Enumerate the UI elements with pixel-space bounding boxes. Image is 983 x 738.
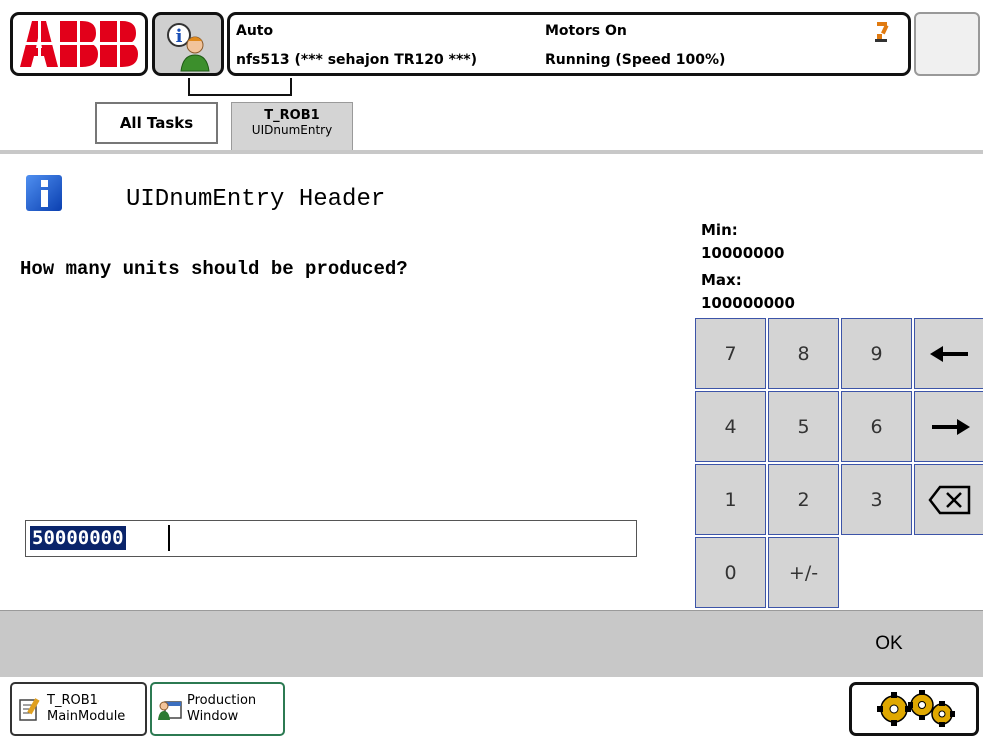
min-value: 10000000	[701, 244, 785, 262]
text-caret	[168, 525, 170, 551]
key-9[interactable]: 9	[841, 318, 912, 389]
divider	[0, 150, 983, 154]
operating-mode: Auto	[236, 23, 274, 39]
tab-task-name: T_ROB1	[264, 108, 320, 123]
key-plus-minus[interactable]: +/-	[768, 537, 839, 608]
arrow-right-icon	[931, 418, 970, 435]
taskbar-item2-line2: Window	[187, 709, 239, 724]
key-7[interactable]: 7	[695, 318, 766, 389]
info-user-button[interactable]: i	[152, 12, 224, 76]
abb-menu-button[interactable]	[10, 12, 148, 76]
dialog-title: UIDnumEntry Header	[126, 186, 386, 213]
min-label: Min:	[701, 221, 738, 239]
running-state: Running (Speed 100%)	[545, 52, 726, 68]
key-6[interactable]: 6	[841, 391, 912, 462]
gears-icon	[877, 690, 955, 727]
status-panel[interactable]: Auto Motors On nfs513 (*** sehajon TR120…	[227, 12, 911, 76]
task-connector-line	[188, 78, 292, 96]
number-input[interactable]: 50000000	[25, 520, 637, 557]
key-right-arrow[interactable]	[914, 391, 983, 462]
key-2[interactable]: 2	[768, 464, 839, 535]
program-editor-icon	[19, 698, 40, 721]
program-name: nfs513 (*** sehajon TR120 ***)	[236, 52, 478, 68]
action-bar: OK	[0, 610, 983, 677]
key-8[interactable]: 8	[768, 318, 839, 389]
dialog-question: How many units should be produced?	[20, 258, 408, 280]
max-label: Max:	[701, 271, 742, 289]
taskbar-item-production-window[interactable]: Production Window	[150, 682, 285, 736]
svg-text:i: i	[176, 26, 183, 47]
tab-t-rob1[interactable]: T_ROB1 UIDnumEntry	[231, 102, 353, 150]
key-3[interactable]: 3	[841, 464, 912, 535]
production-window-icon	[158, 701, 182, 720]
motors-state: Motors On	[545, 23, 627, 39]
ok-button[interactable]: OK	[842, 611, 936, 677]
key-5[interactable]: 5	[768, 391, 839, 462]
number-input-value: 50000000	[30, 526, 126, 550]
quickset-button[interactable]	[849, 682, 979, 736]
robot-arm-icon	[875, 22, 889, 42]
taskbar-item1-line1: T_ROB1	[47, 693, 98, 708]
taskbar-item-main-module[interactable]: T_ROB1 MainModule	[10, 682, 147, 736]
info-icon	[26, 175, 62, 211]
info-user-icon: i	[167, 23, 210, 72]
backspace-icon	[927, 485, 970, 514]
abb-logo	[20, 21, 138, 67]
key-left-arrow[interactable]	[914, 318, 983, 389]
tab-all-tasks[interactable]: All Tasks	[95, 102, 218, 144]
taskbar-item2-line1: Production	[187, 693, 257, 708]
taskbar	[0, 678, 983, 738]
taskbar-item1-line2: MainModule	[47, 709, 126, 724]
max-value: 100000000	[701, 294, 795, 312]
key-1[interactable]: 1	[695, 464, 766, 535]
key-0[interactable]: 0	[695, 537, 766, 608]
tab-task-sub: UIDnumEntry	[251, 123, 333, 137]
arrow-left-icon	[929, 345, 968, 362]
close-button[interactable]	[914, 12, 980, 76]
key-backspace[interactable]	[914, 464, 983, 535]
key-4[interactable]: 4	[695, 391, 766, 462]
